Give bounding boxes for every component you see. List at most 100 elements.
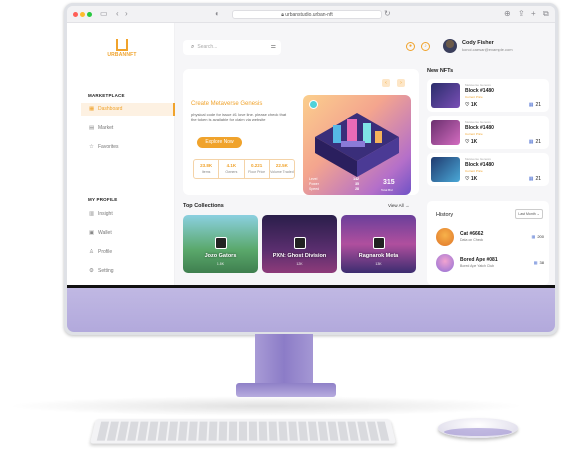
bell-icon[interactable]: ♪ [421,42,430,51]
market-icon: ▤ [89,125,95,131]
logo[interactable]: URBANNFT [107,39,137,58]
avatar [436,254,454,272]
grid-icon: ▦ [528,139,534,145]
search-placeholder: Search... [197,44,218,50]
history-item-name: Cat #6662 [460,231,484,237]
user-icon: ♙ [89,249,94,255]
address-bar[interactable]: 🔒︎ urbanstudio.urban-nft [232,10,382,19]
sidebar-item-insight[interactable]: ▥ Insight [81,208,175,221]
stat-label: Items [201,170,211,174]
explore-now-button[interactable]: Explore Now [197,137,242,148]
nft-card[interactable]: Metaverse Genesis Block #1480 Current Pr… [427,79,549,112]
art-stat: Speed 28 [309,187,359,191]
hero-card: ‹ › Create Metaverse Genesis physical co… [183,69,419,195]
hero-prev-button[interactable]: ‹ [382,79,390,87]
collection-name: PXN: Ghost Division [272,253,327,259]
collection-card[interactable]: Ragnarok Meta 13K [341,215,416,273]
history-item[interactable]: Bored Ape #081 Bored Ape Yatch Club ▦ 38 [436,254,546,274]
marketplace-section-label: MARKETPLACE [88,93,125,98]
wallet-icon: ▣ [89,230,95,236]
avatar [436,228,454,246]
tabs-overview-icon[interactable]: ⧉ [543,9,549,19]
hero-art-stats: Level 142 Power 35 Speed 28 [307,177,361,193]
desk-shadow [6,396,526,416]
browser-toolbar: ▭ ‹ › ◐ 🔒︎ urbanstudio.urban-nft ↻ ⊕ ⇪ +… [67,6,555,23]
history-item-value: ▦ 200 [531,234,544,239]
window-minimize-button[interactable] [80,12,85,17]
keyboard [89,418,397,444]
collection-card[interactable]: Jozo Gators 1.8K [183,215,258,273]
sidebar-item-wallet[interactable]: ▣ Wallet [81,227,175,240]
history-item[interactable]: Cat #6662 Data on Check ▦ 200 [436,228,546,248]
window-maximize-button[interactable] [87,12,92,17]
filter-icon[interactable]: ⚌ [271,40,276,55]
nft-collection: Metaverse Genesis [465,157,491,161]
grid-icon: ▦ [89,106,95,112]
stat-value: 4.1K [226,163,237,168]
stat-value: 0.221 [250,163,263,168]
avatar[interactable] [443,39,457,53]
sidebar-item-market[interactable]: ▤ Market [81,122,175,135]
grid-icon: ▦ [528,102,534,108]
sidebar-item-favorites[interactable]: ☆ Favorites [81,141,175,154]
gear-icon: ⚙ [89,268,94,274]
privacy-shield-icon[interactable]: ◐ [215,9,220,19]
sidebar-item-label: Setting [98,268,114,274]
stat-label: Volume Traded [270,170,294,174]
stat-value: 23.8K [200,163,213,168]
sidebar-item-profile[interactable]: ♙ Profile [81,246,175,259]
hero-artwork[interactable]: Level 142 Power 35 Speed 28 315 Total Bid [303,95,411,195]
sidebar-item-label: Market [98,125,114,131]
view-all-link[interactable]: View All → [388,203,409,208]
sidebar-item-label: Profile [98,249,113,255]
collection-card[interactable]: PXN: Ghost Division 12K [262,215,337,273]
history-panel: History Last Month ⌄ Cat #6662 Data on C… [427,201,549,285]
search-input[interactable]: ⌕ Search... ⚌ [183,40,281,55]
nft-thumbnail [431,157,460,182]
share-icon[interactable]: ⇪ [518,9,525,19]
chevron-down-icon: ⌄ [536,212,540,216]
monitor-stand-base [236,383,336,397]
arrow-right-icon: → [404,203,410,208]
history-item-sub: Bored Ape Yatch Club [460,264,495,268]
logo-text: URBANNFT [107,52,137,58]
nft-card[interactable]: Metaverse Genesis Block #1480 Current Pr… [427,116,549,149]
window-close-button[interactable] [73,12,78,17]
sidebar-item-label: Insight [98,211,113,217]
sidebar-item-label: Wallet [98,230,112,236]
art-stat: Level 142 [309,177,359,181]
nft-count: ▦ 21 [528,102,541,108]
download-icon[interactable]: ⊕ [504,9,511,19]
history-item-name: Bored Ape #081 [460,257,498,263]
history-filter-select[interactable]: Last Month ⌄ [515,209,543,219]
forward-icon[interactable]: › [125,9,128,19]
nft-name: Block #1480 [465,162,494,168]
back-icon[interactable]: ‹ [116,9,119,19]
collection-avatar [215,237,227,249]
hero-number-label: Total Bid [381,188,393,192]
sidebar-item-setting[interactable]: ⚙ Setting [81,265,175,278]
monitor-chin [67,288,555,332]
reload-icon[interactable]: ↻ [384,9,391,19]
new-nfts-title: New NFTs [427,68,454,74]
hero-next-button[interactable]: › [397,79,405,87]
new-tab-icon[interactable]: + [531,9,536,19]
star-icon: ☆ [89,144,94,150]
nft-price-label: Current Price [465,95,483,99]
stat-items: 23.8K Items [194,160,220,178]
nft-thumbnail [431,83,460,108]
creator-avatar [309,100,318,109]
sidebar-toggle-icon[interactable]: ▭ [100,9,108,19]
grid-icon: ▦ [533,260,538,265]
sidebar: URBANNFT MARKETPLACE ▦ Dashboard ▤ Market … [67,23,175,285]
nft-card[interactable]: Metaverse Genesis Block #1480 Current Pr… [427,153,549,186]
main-content: ⌕ Search... ⚌ ● ♪ Cody Fisher konoi.caesa… [175,23,555,285]
sidebar-item-label: Favorites [98,144,119,150]
sidebar-item-dashboard[interactable]: ▦ Dashboard [81,103,175,116]
nft-count: ▦ 21 [528,139,541,145]
nft-collection: Metaverse Genesis [465,83,491,87]
notification-icon[interactable]: ● [406,42,415,51]
collection-avatar [294,237,306,249]
nft-likes: ♡ 1K [465,176,478,182]
nft-likes: ♡ 1K [465,102,478,108]
